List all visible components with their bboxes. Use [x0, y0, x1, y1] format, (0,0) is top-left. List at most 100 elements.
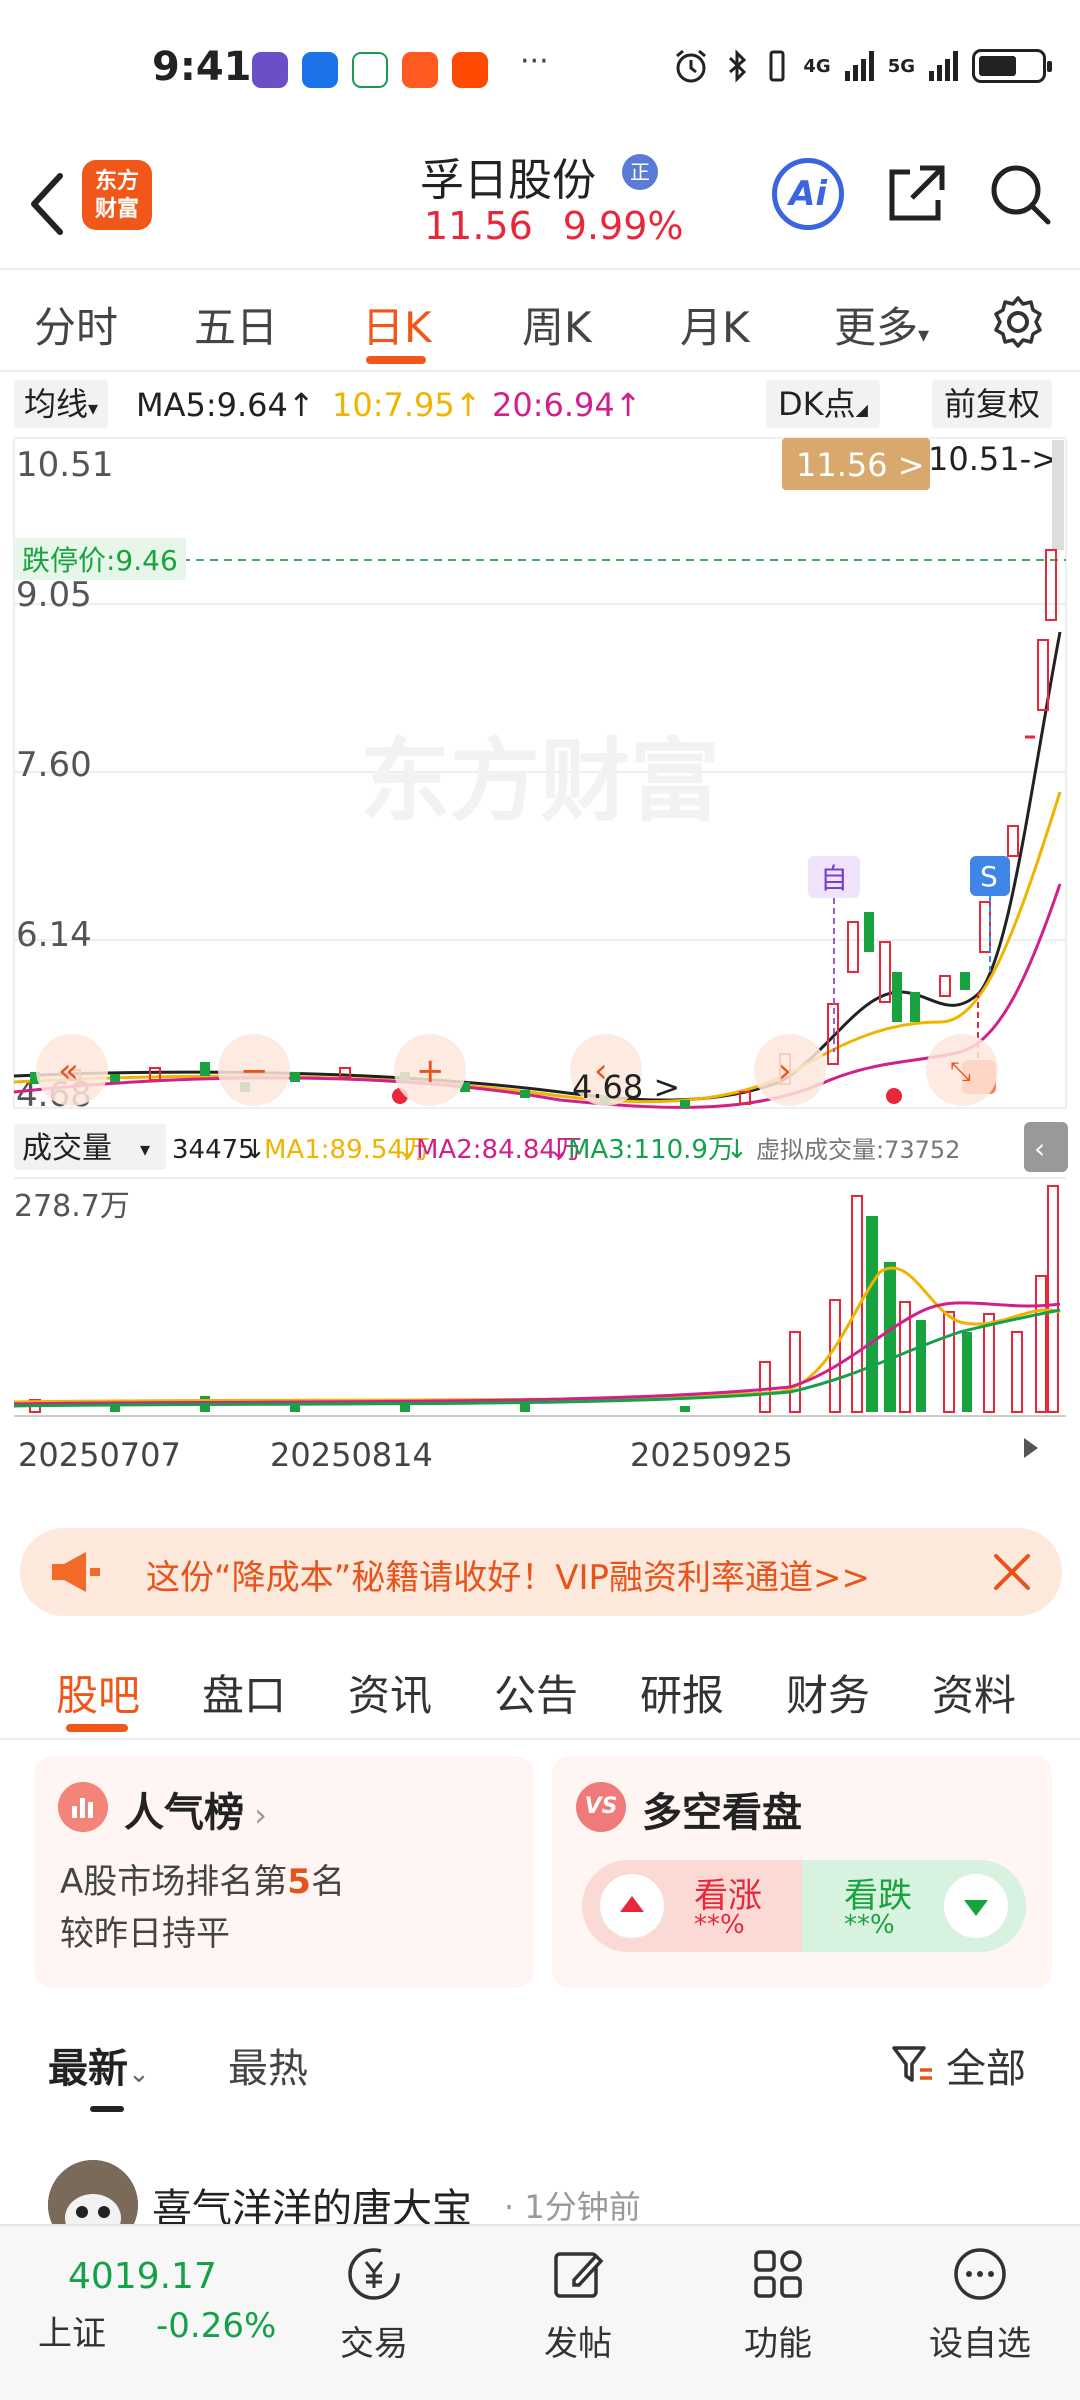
ma5-value: MA5:9.64↑	[136, 386, 315, 424]
ma10-text: 10:7.95	[332, 386, 455, 424]
watermark: 东方财富	[360, 729, 720, 834]
bar-chart-icon	[58, 1782, 108, 1832]
popularity-card[interactable]: 人气榜 › A股市场排名第5名 较昨日持平	[34, 1756, 534, 1988]
nav-add-watchlist-label: 设自选	[929, 2324, 1031, 2364]
bear-vote-button[interactable]: 看跌 **%	[802, 1860, 1026, 1952]
more-notifications-icon: ···	[520, 44, 549, 79]
status-indicators: 4G 5G	[671, 46, 1052, 86]
taobao-app-icon	[452, 52, 488, 88]
nav-add-watchlist[interactable]: 设自选	[910, 2242, 1050, 2365]
bull-percent: **%	[694, 1910, 745, 1940]
tab-intraday[interactable]: 分时	[34, 294, 118, 355]
ma5-text: MA5:9.64	[136, 386, 288, 424]
share-icon[interactable]	[880, 158, 952, 230]
low-price-label: 4.68 >	[572, 1068, 680, 1106]
post-time: · 1分钟前	[504, 2188, 641, 2226]
chevron-left-icon: ‹	[1034, 1132, 1045, 1165]
bank-app-icon	[352, 52, 388, 88]
y-label-2: 9.05	[16, 575, 92, 615]
nav-functions[interactable]: 功能	[708, 2242, 848, 2365]
signal-icon-2	[929, 51, 958, 81]
tab-research[interactable]: 研报	[640, 1662, 724, 1723]
tab-financials[interactable]: 财务	[786, 1662, 870, 1723]
y-label-3: 7.60	[16, 745, 92, 785]
vol-ma3-line	[13, 1308, 1061, 1408]
x-label-1: 20250707	[18, 1436, 181, 1474]
bull-vote-button[interactable]: 看涨 **%	[582, 1860, 802, 1952]
battery-icon	[972, 49, 1052, 83]
tab-daily-k[interactable]: 日K	[362, 294, 432, 355]
ma-selector[interactable]: 均线▾	[14, 380, 109, 428]
dropdown-icon: ▾	[88, 396, 99, 420]
chevron-right-icon: ›	[244, 1796, 267, 1834]
nav-post[interactable]: 发帖	[508, 2242, 648, 2365]
sentiment-card: VS 多空看盘 看涨 **% 看跌 **%	[552, 1756, 1052, 1988]
search-icon[interactable]	[984, 158, 1056, 230]
close-icon[interactable]	[986, 1546, 1038, 1598]
popularity-title-text: 人气榜	[124, 1790, 244, 1836]
rank-change: 较昨日持平	[60, 1914, 230, 1954]
tab-forum[interactable]: 股吧	[56, 1662, 140, 1723]
sort-latest-label: 最新	[48, 2046, 128, 2092]
nav-post-label: 发帖	[544, 2324, 612, 2364]
volume-selector-label: 成交量	[22, 1131, 112, 1166]
tab-five-day[interactable]: 五日	[194, 294, 278, 355]
ma10-line	[13, 791, 1062, 1104]
ma-indicator-bar: 均线▾ MA5:9.64↑ 10:7.95↑ 20:6.94↑ DK点◢ 前复权	[0, 378, 1080, 432]
network-5g-label: 5G	[887, 55, 915, 77]
gear-icon[interactable]	[990, 294, 1046, 350]
logo-line-1: 东方	[94, 169, 139, 194]
tab-weekly-k[interactable]: 周K	[522, 294, 592, 355]
vs-icon: VS	[576, 1782, 626, 1832]
nav-trade-label: 交易	[340, 2324, 408, 2364]
chevron-down-icon: ⌄	[128, 2059, 150, 2089]
index-name: 上证	[38, 2314, 106, 2354]
last-price: 11.56	[424, 204, 533, 248]
network-4g-label: 4G	[803, 55, 831, 77]
dropdown-icon: ▾	[918, 323, 930, 348]
virtual-volume: 虚拟成交量:73752	[756, 1136, 960, 1164]
high-price-label: 10.51->	[928, 440, 1058, 478]
ma20-text: 20:6.94	[492, 386, 615, 424]
down-arrow-icon: ↓	[548, 1135, 570, 1165]
right-icon: ›	[778, 1051, 792, 1091]
forward-adjust-button[interactable]: 前复权	[932, 380, 1053, 428]
filter-button[interactable]: 全部	[890, 2036, 1026, 2094]
index-change: -0.26%	[156, 2306, 277, 2346]
collapse-panel-button[interactable]	[1024, 1122, 1068, 1172]
volume-max-label: 278.7万	[14, 1189, 130, 1224]
promo-banner[interactable]: 这份“降成本”秘籍请收好！VIP融资利率通道>>	[20, 1528, 1062, 1616]
tab-orderbook[interactable]: 盘口	[202, 1662, 286, 1723]
tab-announcements[interactable]: 公告	[494, 1662, 578, 1723]
x-label-3: 20250925	[630, 1436, 793, 1474]
sort-hottest[interactable]: 最热	[228, 2036, 308, 2094]
camera-app-icon	[252, 52, 288, 88]
logo-line-2: 财富	[94, 197, 139, 222]
dk-label: DK点	[778, 385, 856, 423]
kline-chart[interactable]: 东方财富 10.51 9.05 7.60 6.14 4.68 跌停价:9.46 …	[0, 432, 1080, 1512]
normal-status-badge: 正	[622, 154, 658, 190]
active-section-indicator	[66, 1724, 128, 1732]
stock-name: 孚日股份	[420, 155, 596, 206]
send-app-icon	[402, 52, 438, 88]
nav-trade[interactable]: 交易	[304, 2242, 444, 2365]
ma10-value: 10:7.95↑	[332, 386, 482, 424]
ai-assistant-button[interactable]: Ai	[772, 158, 844, 230]
tab-profile[interactable]: 资料	[932, 1662, 1016, 1723]
tab-more[interactable]: 更多▾	[834, 294, 929, 355]
period-tabs: 分时 五日 日K 周K 月K 更多▾	[0, 272, 1080, 372]
grid-icon	[754, 2250, 802, 2298]
down-arrow-icon: ↓	[726, 1135, 748, 1165]
tab-monthly-k[interactable]: 月K	[680, 294, 750, 355]
corner-icon: ◢	[855, 400, 868, 419]
back-arrow-icon[interactable]	[22, 164, 72, 244]
chart-scrollbar[interactable]	[1052, 440, 1064, 550]
play-icon[interactable]	[1024, 1438, 1038, 1458]
dk-point-button[interactable]: DK点◢	[766, 380, 880, 428]
down-arrow-icon: ↓	[244, 1135, 266, 1165]
y-label-top: 10.51	[16, 445, 113, 485]
sort-latest[interactable]: 最新⌄	[48, 2036, 150, 2094]
current-price-tag-text: 11.56 >	[796, 446, 925, 484]
double-left-icon: «	[58, 1051, 79, 1091]
tab-news[interactable]: 资讯	[348, 1662, 432, 1723]
